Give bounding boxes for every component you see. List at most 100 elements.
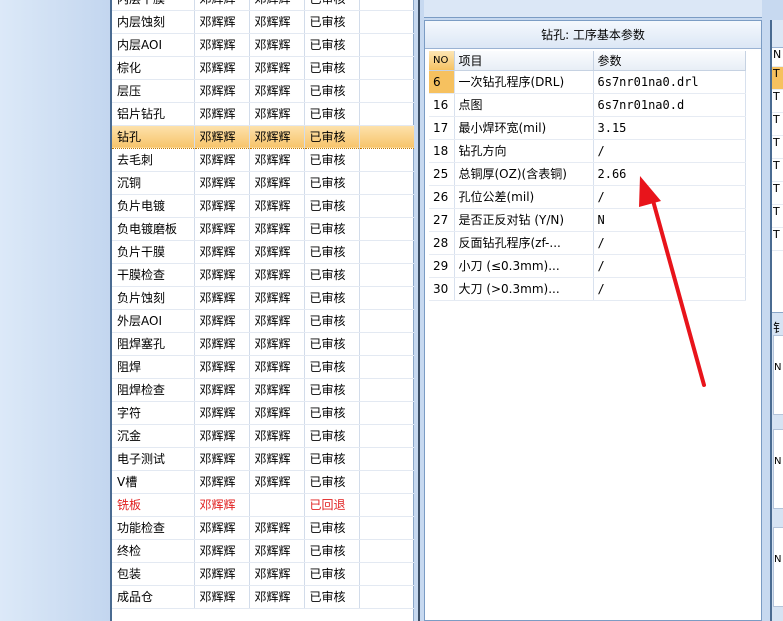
process-table: 内层干膜邓辉辉邓辉辉已审核内层蚀刻邓辉辉邓辉辉已审核内层AOI邓辉辉邓辉辉已审核… bbox=[112, 0, 415, 609]
process-row[interactable]: 外层AOI 邓辉辉 邓辉辉 已审核 bbox=[112, 309, 415, 333]
process-cell-col3: 邓辉辉 bbox=[249, 516, 305, 540]
process-row[interactable]: 负电镀磨板 邓辉辉 邓辉辉 已审核 bbox=[112, 217, 415, 241]
process-cell-name: 铣板 bbox=[112, 493, 195, 517]
left-background bbox=[0, 0, 110, 621]
process-cell-col2: 邓辉辉 bbox=[194, 124, 250, 149]
process-row[interactable]: 铣板 邓辉辉 已回退 bbox=[112, 493, 415, 517]
process-row[interactable]: 负片蚀刻 邓辉辉 邓辉辉 已审核 bbox=[112, 286, 415, 310]
process-cell-col2: 邓辉辉 bbox=[194, 355, 250, 379]
process-row[interactable]: 包装 邓辉辉 邓辉辉 已审核 bbox=[112, 562, 415, 586]
process-row[interactable]: 终检 邓辉辉 邓辉辉 已审核 bbox=[112, 539, 415, 563]
process-cell-name: 层压 bbox=[112, 79, 195, 103]
process-row[interactable]: V槽 邓辉辉 邓辉辉 已审核 bbox=[112, 470, 415, 494]
process-cell-name: 干膜检查 bbox=[112, 263, 195, 287]
param-row[interactable]: 27 是否正反对钻 (Y/N) N bbox=[429, 208, 746, 232]
process-cell-col2: 邓辉辉 bbox=[194, 332, 250, 356]
process-cell-col3: 邓辉辉 bbox=[249, 447, 305, 471]
process-row[interactable]: 沉铜 邓辉辉 邓辉辉 已审核 bbox=[112, 171, 415, 195]
process-cell-name: 阻焊塞孔 bbox=[112, 332, 195, 356]
process-list-panel[interactable]: 内层干膜邓辉辉邓辉辉已审核内层蚀刻邓辉辉邓辉辉已审核内层AOI邓辉辉邓辉辉已审核… bbox=[110, 0, 415, 621]
process-cell-status: 已审核 bbox=[304, 56, 360, 80]
param-cell-item: 孔位公差(mil) bbox=[454, 185, 594, 209]
process-cell-blank bbox=[359, 562, 415, 586]
process-row[interactable]: 内层AOI 邓辉辉 邓辉辉 已审核 bbox=[112, 33, 415, 57]
param-row[interactable]: 18 钻孔方向 / bbox=[429, 139, 746, 163]
process-cell-col3: 邓辉辉 bbox=[249, 355, 305, 379]
process-cell-col3: 邓辉辉 bbox=[249, 470, 305, 494]
right-box: N bbox=[773, 429, 783, 509]
param-row[interactable]: 6 一次钻孔程序(DRL) 6s7nr01na0.drl bbox=[429, 70, 746, 94]
process-cell-blank bbox=[359, 124, 415, 149]
process-cell-col3: 邓辉辉 bbox=[249, 562, 305, 586]
process-cell-name: 棕化 bbox=[112, 56, 195, 80]
param-row[interactable]: 25 总铜厚(OZ)(含表铜) 2.66 bbox=[429, 162, 746, 186]
process-cell-name: 阻焊检查 bbox=[112, 378, 195, 402]
process-row[interactable]: 棕化 邓辉辉 邓辉辉 已审核 bbox=[112, 56, 415, 80]
process-row[interactable]: 层压 邓辉辉 邓辉辉 已审核 bbox=[112, 79, 415, 103]
param-cell-no: 17 bbox=[429, 116, 455, 140]
header-value[interactable]: 参数 bbox=[593, 51, 746, 71]
param-row[interactable]: 17 最小焊环宽(mil) 3.15 bbox=[429, 116, 746, 140]
process-cell-col3: 邓辉辉 bbox=[249, 171, 305, 195]
process-row[interactable]: 沉金 邓辉辉 邓辉辉 已审核 bbox=[112, 424, 415, 448]
process-cell-col2: 邓辉辉 bbox=[194, 286, 250, 310]
splitter[interactable] bbox=[414, 0, 424, 621]
param-cell-value: / bbox=[593, 139, 746, 163]
process-cell-col2: 邓辉辉 bbox=[194, 516, 250, 540]
process-cell-name: 负电镀磨板 bbox=[112, 217, 195, 241]
param-row[interactable]: 30 大刀 (>0.3mm)... / bbox=[429, 277, 746, 301]
top-toolbar-strip bbox=[424, 0, 762, 18]
process-cell-name: 字符 bbox=[112, 401, 195, 425]
process-row[interactable]: 负片干膜 邓辉辉 邓辉辉 已审核 bbox=[112, 240, 415, 264]
param-cell-value: / bbox=[593, 254, 746, 278]
process-row[interactable]: 功能检查 邓辉辉 邓辉辉 已审核 bbox=[112, 516, 415, 540]
right-header-cell: N bbox=[772, 48, 783, 67]
param-cell-item: 钻孔方向 bbox=[454, 139, 594, 163]
process-cell-blank bbox=[359, 585, 415, 609]
process-row[interactable]: 负片电镀 邓辉辉 邓辉辉 已审核 bbox=[112, 194, 415, 218]
process-cell-blank bbox=[359, 33, 415, 57]
process-cell-status: 已审核 bbox=[304, 424, 360, 448]
param-cell-item: 大刀 (>0.3mm)... bbox=[454, 277, 594, 301]
process-row[interactable]: 内层干膜邓辉辉邓辉辉已审核 bbox=[112, 0, 415, 11]
process-cell-col2: 邓辉辉 bbox=[194, 378, 250, 402]
process-row[interactable]: 字符 邓辉辉 邓辉辉 已审核 bbox=[112, 401, 415, 425]
process-row[interactable]: 去毛刺 邓辉辉 邓辉辉 已审核 bbox=[112, 148, 415, 172]
param-cell-item: 最小焊环宽(mil) bbox=[454, 116, 594, 140]
process-cell-blank bbox=[359, 447, 415, 471]
param-row[interactable]: 26 孔位公差(mil) / bbox=[429, 185, 746, 209]
process-row[interactable]: 电子测试 邓辉辉 邓辉辉 已审核 bbox=[112, 447, 415, 471]
header-no[interactable]: NO bbox=[429, 51, 455, 71]
process-row[interactable]: 铝片钻孔 邓辉辉 邓辉辉 已审核 bbox=[112, 102, 415, 126]
process-cell-blank bbox=[359, 171, 415, 195]
process-row[interactable]: 干膜检查 邓辉辉 邓辉辉 已审核 bbox=[112, 263, 415, 287]
process-row[interactable]: 阻焊检查 邓辉辉 邓辉辉 已审核 bbox=[112, 378, 415, 402]
process-row[interactable]: 内层蚀刻 邓辉辉 邓辉辉 已审核 bbox=[112, 10, 415, 34]
process-cell-col2: 邓辉辉 bbox=[194, 148, 250, 172]
process-cell-blank bbox=[359, 493, 415, 517]
param-cell-item: 一次钻孔程序(DRL) bbox=[454, 70, 594, 94]
param-cell-item: 反面钻孔程序(zf-... bbox=[454, 231, 594, 255]
header-item[interactable]: 项目 bbox=[454, 51, 594, 71]
process-cell-col2: 邓辉辉 bbox=[194, 401, 250, 425]
process-cell-blank bbox=[359, 194, 415, 218]
param-row[interactable]: 29 小刀 (≤0.3mm)... / bbox=[429, 254, 746, 278]
right-cell: T bbox=[772, 136, 783, 159]
process-cell-name: 去毛刺 bbox=[112, 148, 195, 172]
process-row[interactable]: 钻孔 邓辉辉 邓辉辉 已审核 bbox=[112, 124, 415, 149]
process-cell-status: 已审核 bbox=[304, 332, 360, 356]
param-row[interactable]: 28 反面钻孔程序(zf-... / bbox=[429, 231, 746, 255]
process-cell-status: 已审核 bbox=[304, 10, 360, 34]
process-cell-col3: 邓辉辉 bbox=[249, 124, 305, 149]
param-row[interactable]: 16 点图 6s7nr01na0.d bbox=[429, 93, 746, 117]
process-row[interactable]: 阻焊 邓辉辉 邓辉辉 已审核 bbox=[112, 355, 415, 379]
process-cell-status: 已审核 bbox=[304, 124, 360, 149]
param-cell-value: 3.15 bbox=[593, 116, 746, 140]
right-cell: T bbox=[772, 159, 783, 182]
param-cell-no: 18 bbox=[429, 139, 455, 163]
process-cell-col3: 邓辉辉 bbox=[249, 10, 305, 34]
process-cell-status: 已审核 bbox=[304, 79, 360, 103]
process-row[interactable]: 阻焊塞孔 邓辉辉 邓辉辉 已审核 bbox=[112, 332, 415, 356]
process-cell-status: 已审核 bbox=[304, 217, 360, 241]
process-row[interactable]: 成品仓 邓辉辉 邓辉辉 已审核 bbox=[112, 585, 415, 609]
